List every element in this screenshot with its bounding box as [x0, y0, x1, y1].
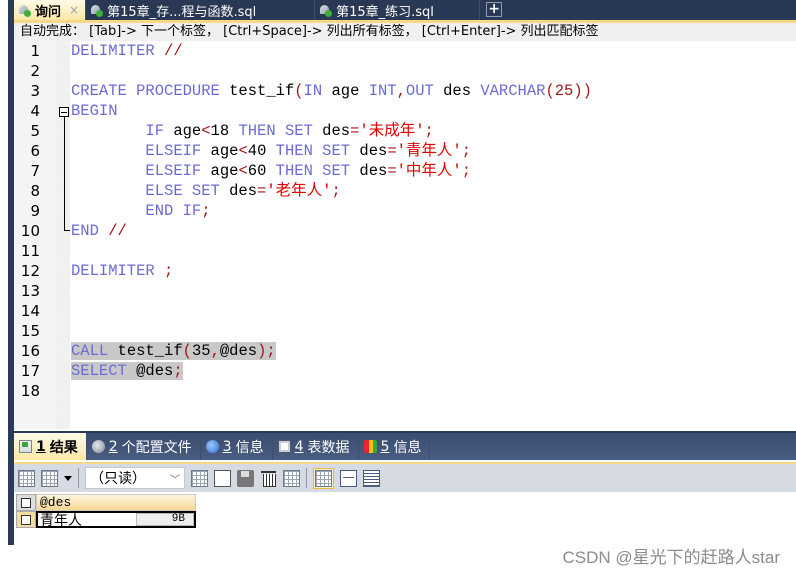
line-number: 15: [20, 322, 40, 340]
tab-number: 3: [222, 438, 232, 455]
form-view-icon[interactable]: [340, 469, 357, 487]
result-grid-icon: [19, 440, 32, 453]
table-row[interactable]: 青年人 9B: [16, 511, 196, 529]
line-number-gutter: 1 2 3 4 5 6 7 8 9 10 11 12 13 14 15 16 1…: [14, 41, 56, 429]
text-view-icon[interactable]: [363, 469, 380, 487]
tab-procedures-file[interactable]: 第15章_存...程与函数.sql: [86, 0, 316, 20]
fold-guide-end: [63, 230, 70, 231]
line-number: 2: [30, 62, 40, 80]
code-line-4: BEGIN: [71, 102, 118, 120]
tab-label: 表数据: [307, 439, 350, 456]
grid-header-row: @des: [16, 494, 196, 511]
tab-query[interactable]: 询问 ×: [14, 0, 87, 20]
tab-number: 2: [108, 438, 118, 455]
tab-profiles[interactable]: 2 个配置文件: [87, 433, 201, 460]
line-number: 5: [30, 122, 40, 140]
info-icon: [205, 440, 219, 453]
result-grid: @des 青年人 9B: [16, 494, 196, 529]
line-number: 4: [30, 102, 40, 120]
query-tab-icon: [18, 3, 32, 17]
code-line-9: END IF;: [71, 202, 211, 220]
sql-file-icon: [90, 3, 104, 17]
line-number: 16: [20, 342, 40, 360]
table-data-icon: [277, 440, 291, 453]
result-mode-select[interactable]: （只读） ﹀: [85, 467, 185, 489]
line-number: 13: [20, 282, 40, 300]
line-number: 9: [30, 202, 40, 220]
tab-label: 信息: [235, 439, 264, 456]
tab-number: 5: [380, 438, 390, 455]
line-number: 10: [20, 222, 40, 240]
chevron-down-icon[interactable]: [64, 475, 72, 481]
code-line-6: ELSEIF age<40 THEN SET des='青年人';: [71, 142, 472, 160]
cancel-changes-icon[interactable]: [283, 469, 300, 487]
profile-icon: [91, 440, 105, 453]
fold-guide: [63, 117, 65, 230]
autocomplete-hint: 自动完成： [Tab]-> 下一个标签， [Ctrl+Space]-> 列出所有…: [14, 20, 796, 41]
tab-number: 1: [36, 438, 46, 455]
cell-value: 青年人: [40, 512, 82, 529]
line-number: 6: [30, 142, 40, 160]
trash-icon[interactable]: [260, 470, 277, 487]
collapse-block-icon[interactable]: [59, 107, 69, 117]
tab-label: 第15章_练习.sql: [336, 4, 434, 20]
grid-view-button[interactable]: [313, 467, 334, 489]
import-grid-icon[interactable]: [41, 469, 58, 487]
line-number: 18: [20, 382, 40, 400]
code-line-1: DELIMITER //: [71, 42, 183, 60]
line-number: 1: [30, 42, 40, 60]
tab-label: 个配置文件: [121, 439, 192, 456]
result-toolbar: （只读） ﹀: [14, 462, 796, 492]
add-row-icon[interactable]: [191, 469, 208, 487]
chevron-down-icon: ﹀: [170, 474, 180, 486]
line-number: 11: [20, 242, 40, 260]
grid-view-icon: [315, 469, 332, 487]
editor-tab-bar: 询问 × 第15章_存...程与函数.sql 第15章_练习.sql +: [14, 0, 796, 20]
column-header[interactable]: @des: [36, 494, 196, 511]
cell-size: 9B: [136, 513, 194, 526]
sql-file-icon: [319, 3, 333, 17]
sql-editor[interactable]: 1 2 3 4 5 6 7 8 9 10 11 12 13 14 15 16 1…: [14, 41, 796, 429]
tab-info[interactable]: 5 信息: [359, 433, 431, 460]
tab-results[interactable]: 1 结果: [14, 433, 87, 460]
info-status-icon: [363, 440, 377, 453]
line-number: 3: [30, 82, 40, 100]
tab-label: 询问: [35, 4, 62, 20]
select-all-checkbox[interactable]: [16, 494, 36, 511]
code-line-12: DELIMITER ;: [71, 262, 174, 280]
line-number: 8: [30, 182, 40, 200]
result-cell[interactable]: 青年人 9B: [36, 511, 196, 529]
close-tab-icon[interactable]: ×: [69, 3, 79, 17]
code-line-17: SELECT @des;: [71, 362, 183, 380]
add-tab-button[interactable]: +: [486, 2, 503, 17]
tab-number: 4: [294, 438, 304, 455]
code-line-8: ELSE SET des='老年人';: [71, 182, 341, 200]
row-checkbox[interactable]: [16, 511, 36, 528]
line-number: 14: [20, 302, 40, 320]
tab-table-data[interactable]: 4 表数据: [273, 433, 359, 460]
toolbar-divider: [78, 468, 79, 488]
toolbar-divider: [306, 468, 307, 488]
duplicate-row-icon[interactable]: [214, 469, 231, 487]
tab-label: 第15章_存...程与函数.sql: [107, 4, 257, 20]
tab-exercise-file[interactable]: 第15章_练习.sql: [315, 0, 481, 20]
code-line-7: ELSEIF age<60 THEN SET des='中年人';: [71, 162, 472, 180]
code-line-3: CREATE PROCEDURE test_if(IN age INT,OUT …: [71, 82, 592, 100]
save-icon[interactable]: [237, 469, 254, 487]
export-grid-icon[interactable]: [18, 469, 35, 487]
tab-messages[interactable]: 3 信息: [201, 433, 273, 460]
code-line-10: END //: [71, 222, 127, 240]
tab-label: 信息: [393, 439, 422, 456]
result-tab-bar: 1 结果 2 个配置文件 3 信息 4 表数据 5 信息: [14, 431, 796, 460]
line-number: 7: [30, 162, 40, 180]
line-number: 12: [20, 262, 40, 280]
result-mode-value: （只读）: [90, 471, 146, 487]
code-line-16: CALL test_if(35,@des);: [71, 342, 276, 360]
result-grid-area: @des 青年人 9B: [14, 492, 796, 545]
line-number: 17: [20, 362, 40, 380]
code-line-5: IF age<18 THEN SET des='未成年';: [71, 122, 434, 140]
fold-margin: [56, 41, 70, 429]
tab-label: 结果: [49, 439, 78, 456]
watermark: CSDN @星光下的赶路人star: [562, 548, 781, 567]
